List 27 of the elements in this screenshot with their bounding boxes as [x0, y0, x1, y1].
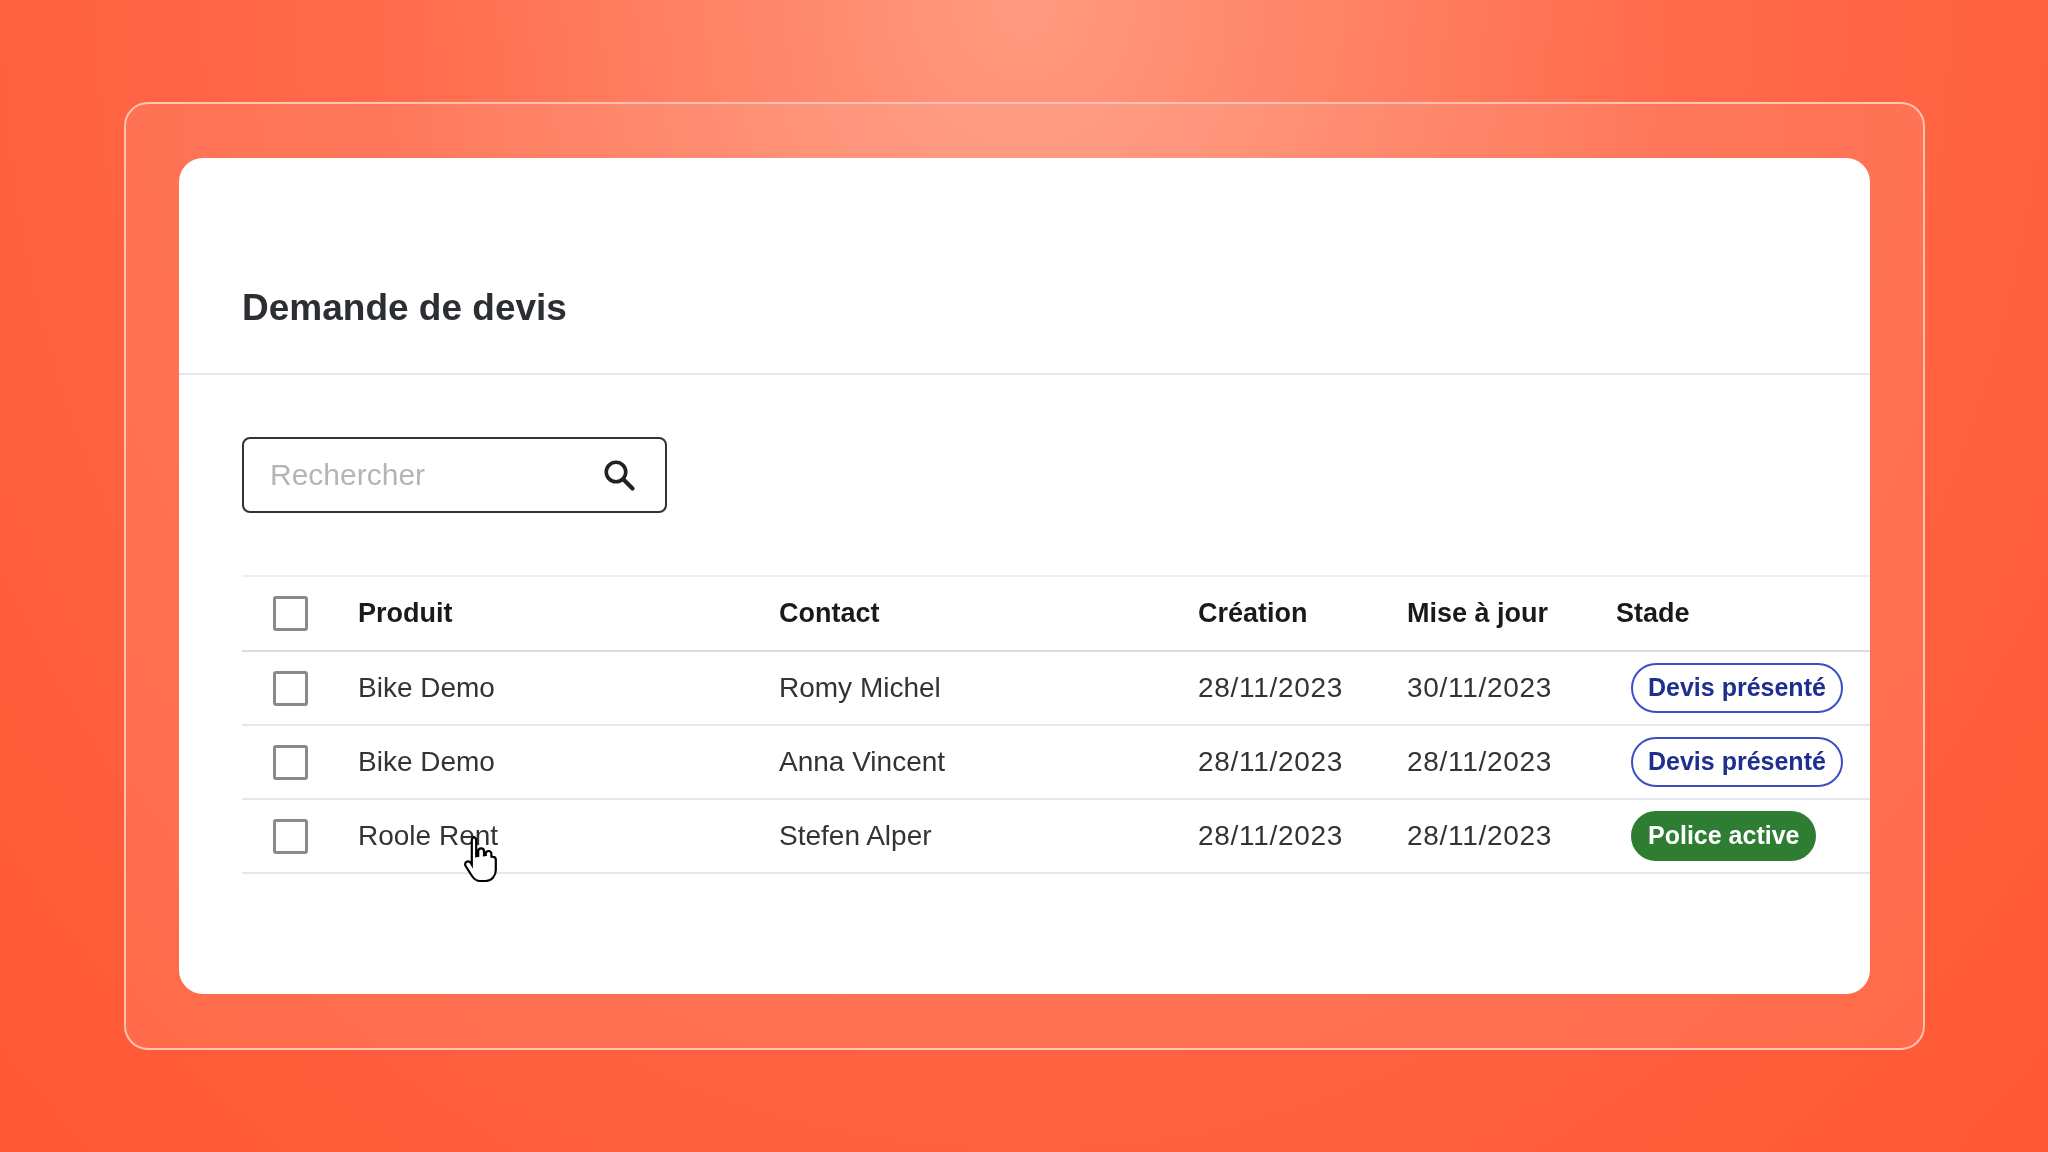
status-badge: Devis présenté [1631, 663, 1843, 713]
table-cell-text: Bike Demo [358, 671, 496, 705]
table-cell-text: 28/11/2023 [1198, 819, 1345, 853]
column-header: Création [1198, 597, 1309, 631]
table-cell-text: Bike Demo [358, 745, 496, 779]
column-header: Contact [779, 597, 881, 631]
table-cell-text: Anna Vincent [779, 745, 947, 779]
page-title: Demande de devis [242, 285, 567, 330]
checkbox[interactable] [273, 670, 308, 706]
table-cell-text: Stefen Alper [779, 819, 933, 853]
status-badge: Police active [1631, 811, 1817, 861]
column-header: Produit [358, 597, 454, 631]
table-cell-text: Romy Michel [779, 671, 942, 705]
table-cell-text: 28/11/2023 [1407, 745, 1554, 779]
search-icon [601, 457, 637, 493]
table-cell-text: 28/11/2023 [1198, 745, 1345, 779]
checkbox[interactable] [273, 596, 308, 631]
column-header: Mise à jour [1407, 597, 1550, 631]
column-header: Stade [1616, 597, 1691, 631]
table-cell-text: Roole Rent [358, 819, 500, 853]
checkbox[interactable] [273, 818, 308, 854]
search-field[interactable]: Rechercher [242, 437, 667, 513]
table-cell-text: 30/11/2023 [1407, 671, 1554, 705]
table-cell-text: 28/11/2023 [1198, 671, 1345, 705]
status-badge: Devis présenté [1631, 737, 1843, 787]
checkbox[interactable] [273, 744, 308, 780]
table-cell-text: 28/11/2023 [1407, 819, 1554, 853]
